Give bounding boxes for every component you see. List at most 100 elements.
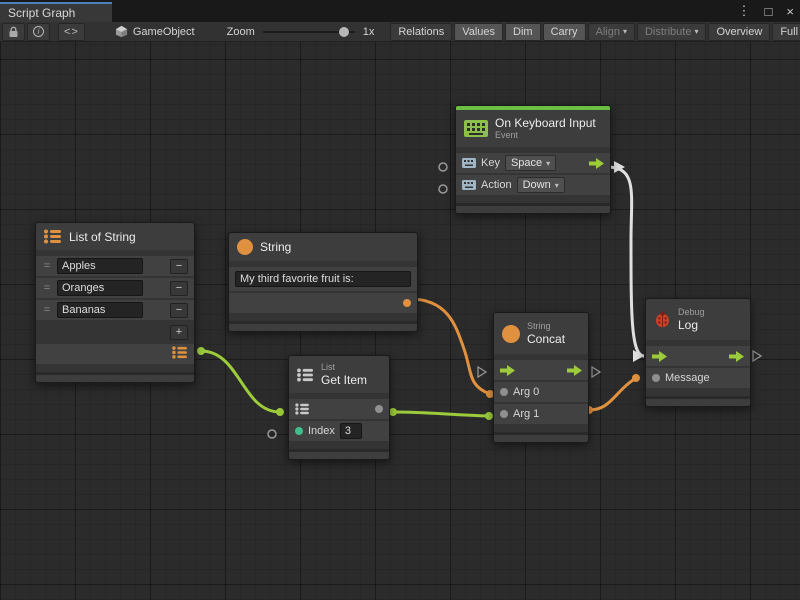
flow-output-port[interactable] xyxy=(729,351,744,362)
node-footer xyxy=(36,372,194,382)
port-empty-flow-out-log[interactable] xyxy=(753,351,761,361)
zoom-slider[interactable] xyxy=(263,25,355,39)
graph-canvas[interactable]: On Keyboard Input Event Key Space ▾ xyxy=(0,42,800,600)
list-input-port-icon[interactable] xyxy=(295,403,310,415)
zoom-slider-knob[interactable] xyxy=(339,27,349,37)
wire-list-to-getitem[interactable] xyxy=(201,351,280,412)
string-value-input[interactable] xyxy=(235,271,411,287)
node-header[interactable]: String xyxy=(229,233,417,261)
node-header[interactable]: String Concat xyxy=(494,313,588,354)
key-port-label: Key xyxy=(481,157,500,169)
list-item-input[interactable] xyxy=(57,280,143,296)
code-view-button[interactable]: <> xyxy=(58,23,85,41)
port-empty-action-input[interactable] xyxy=(439,185,447,193)
carry-button[interactable]: Carry xyxy=(543,23,586,41)
distribute-label: Distribute xyxy=(645,26,691,38)
node-footer xyxy=(646,396,750,406)
arg1-input-port[interactable] xyxy=(500,410,508,418)
chevron-down-icon: ▾ xyxy=(694,27,698,36)
wire-end-dot xyxy=(197,347,205,355)
node-footer xyxy=(494,432,588,442)
info-button[interactable]: i xyxy=(27,23,50,41)
port-row-action: Action Down ▾ xyxy=(456,175,610,195)
node-concat[interactable]: String Concat Arg 0 Arg 1 xyxy=(493,312,589,443)
chevron-down-icon: ▾ xyxy=(546,159,550,168)
port-empty-flow-in-concat[interactable] xyxy=(478,367,486,377)
node-string-literal[interactable]: String xyxy=(228,232,418,332)
window-maximize-icon[interactable]: □ xyxy=(763,4,775,19)
align-button[interactable]: Align ▾ xyxy=(588,23,635,41)
values-button[interactable]: Values xyxy=(454,23,503,41)
lock-button[interactable] xyxy=(2,23,25,41)
port-empty-key-input[interactable] xyxy=(439,163,447,171)
relations-button[interactable]: Relations xyxy=(390,23,452,41)
remove-item-button[interactable]: − xyxy=(170,281,188,296)
remove-item-button[interactable]: − xyxy=(170,259,188,274)
string-value-row xyxy=(229,267,417,291)
window-titlebar: Script Graph ⋮ □ × xyxy=(0,0,800,22)
drag-handle-icon[interactable]: = xyxy=(42,260,52,272)
node-debug-log[interactable]: Debug Log Message xyxy=(645,298,751,407)
graph-toolbar: i <> GameObject Zoom 1x Relations Values… xyxy=(0,22,800,42)
gameobject-selector[interactable]: GameObject xyxy=(115,25,195,38)
flow-input-port[interactable] xyxy=(652,351,667,362)
port-empty-index-input[interactable] xyxy=(268,430,276,438)
chevron-down-icon: ▾ xyxy=(555,181,559,190)
fullscreen-button[interactable]: Full Screen xyxy=(772,23,800,41)
index-input[interactable] xyxy=(340,423,362,439)
port-empty-flow-out-concat[interactable] xyxy=(592,367,600,377)
arg1-row: Arg 1 xyxy=(494,404,588,424)
node-category: List xyxy=(321,362,367,373)
port-row-key: Key Space ▾ xyxy=(456,153,610,173)
zoom-value: 1x xyxy=(363,26,375,38)
arg0-input-port[interactable] xyxy=(500,388,508,396)
list-item-input[interactable] xyxy=(57,302,143,318)
list-item-input[interactable] xyxy=(57,258,143,274)
wire-getitem-to-concat[interactable] xyxy=(393,412,489,416)
string-output-row xyxy=(229,293,417,313)
wire-concat-to-log[interactable] xyxy=(589,378,636,410)
string-type-icon xyxy=(502,325,520,343)
distribute-button[interactable]: Distribute ▾ xyxy=(637,23,706,41)
wire-string-to-concat[interactable] xyxy=(410,299,490,394)
tab-script-graph[interactable]: Script Graph xyxy=(0,2,112,22)
window-close-icon[interactable]: × xyxy=(784,4,796,19)
message-input-port[interactable] xyxy=(652,374,660,382)
list-icon xyxy=(44,229,62,244)
flow-output-port[interactable] xyxy=(589,158,604,169)
index-input-row: Index xyxy=(289,421,389,441)
wire-end-dot xyxy=(389,408,397,416)
bug-icon xyxy=(654,311,671,328)
overview-button[interactable]: Overview xyxy=(708,23,770,41)
node-footer xyxy=(289,449,389,459)
list-item-row: = − xyxy=(36,256,194,276)
node-header[interactable]: Debug Log xyxy=(646,299,750,340)
wire-keyboard-to-log[interactable] xyxy=(607,167,644,356)
action-dropdown[interactable]: Down ▾ xyxy=(517,177,565,193)
drag-handle-icon[interactable]: = xyxy=(42,304,52,316)
node-get-item[interactable]: List Get Item Index xyxy=(288,355,390,460)
action-dropdown-value: Down xyxy=(523,179,551,191)
window-menu-icon[interactable]: ⋮ xyxy=(736,3,753,19)
item-output-port[interactable] xyxy=(375,405,383,413)
node-title: Concat xyxy=(527,332,565,346)
remove-item-button[interactable]: − xyxy=(170,303,188,318)
dim-button[interactable]: Dim xyxy=(505,23,541,41)
flow-input-port[interactable] xyxy=(500,365,515,376)
drag-handle-icon[interactable]: = xyxy=(42,282,52,294)
node-category: Debug xyxy=(678,307,705,318)
node-header[interactable]: On Keyboard Input Event xyxy=(456,110,610,147)
node-header[interactable]: List Get Item xyxy=(289,356,389,393)
add-item-button[interactable]: + xyxy=(170,325,188,340)
string-output-port[interactable] xyxy=(403,299,411,307)
node-on-keyboard-input[interactable]: On Keyboard Input Event Key Space ▾ xyxy=(455,105,611,214)
node-list-of-string[interactable]: List of String = − = − = − + xyxy=(35,222,195,383)
toolbar-toggles: Relations Values Dim Carry Align ▾ Distr… xyxy=(388,23,800,41)
index-input-port[interactable] xyxy=(295,427,303,435)
node-header[interactable]: List of String xyxy=(36,223,194,250)
list-output-port[interactable] xyxy=(172,346,188,362)
action-port-label: Action xyxy=(481,179,512,191)
key-dropdown[interactable]: Space ▾ xyxy=(505,155,556,171)
flow-output-port[interactable] xyxy=(567,365,582,376)
node-title: Get Item xyxy=(321,373,367,387)
